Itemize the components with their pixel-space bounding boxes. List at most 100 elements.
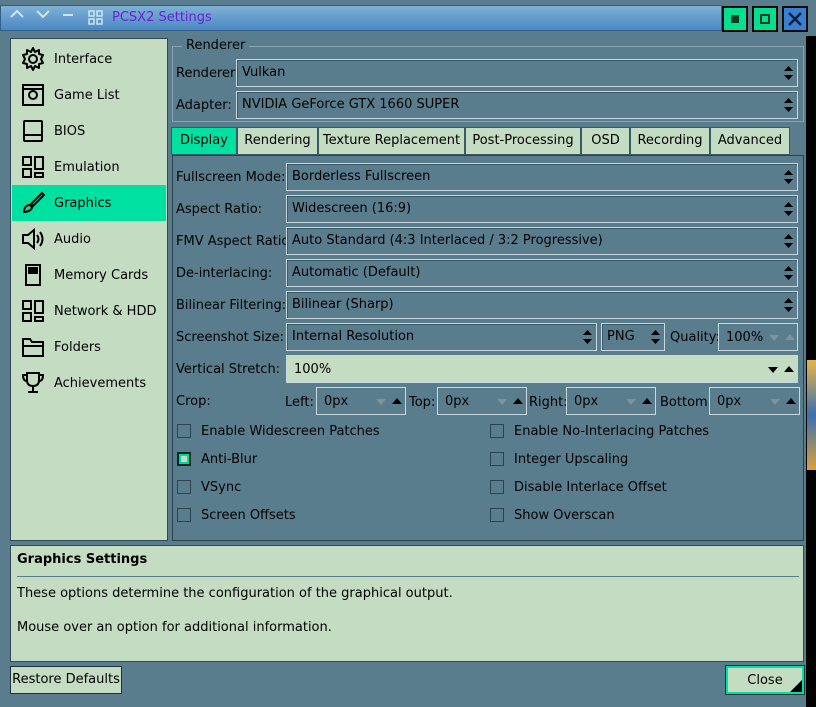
minimize-icon bbox=[731, 15, 739, 23]
spin-down-icon[interactable] bbox=[626, 399, 636, 405]
screen-offsets-checkbox[interactable] bbox=[177, 508, 191, 522]
restore-defaults-button[interactable]: Restore Defaults bbox=[10, 666, 122, 694]
tab-display[interactable]: Display bbox=[171, 127, 237, 155]
adapter-value: NVIDIA GeForce GTX 1660 SUPER bbox=[242, 97, 460, 112]
spin-down-icon[interactable] bbox=[770, 399, 780, 405]
resize-grip-icon[interactable] bbox=[790, 680, 802, 692]
no-interlacing-patches-checkbox[interactable] bbox=[490, 424, 504, 438]
tab-texture-replacement[interactable]: Texture Replacement bbox=[318, 127, 465, 155]
memory-card-icon bbox=[12, 262, 54, 288]
tab-post-processing[interactable]: Post-Processing bbox=[465, 127, 581, 155]
bios-chip-icon bbox=[12, 118, 54, 144]
crop-left-label: Left: bbox=[285, 395, 314, 410]
tab-recording[interactable]: Recording bbox=[630, 127, 710, 155]
no-interlacing-patches-label: Enable No-Interlacing Patches bbox=[514, 424, 709, 439]
gear-icon bbox=[12, 46, 54, 72]
info-hint: Mouse over an option for additional info… bbox=[17, 620, 332, 635]
spin-down-icon[interactable] bbox=[769, 335, 779, 341]
crop-top-value: 0px bbox=[445, 394, 470, 409]
deinterlacing-select[interactable]: Automatic (Default) bbox=[286, 259, 798, 287]
bilinear-filtering-select[interactable]: Bilinear (Sharp) bbox=[286, 291, 798, 319]
fmv-aspect-ratio-select[interactable]: Auto Standard (4:3 Interlaced / 3:2 Prog… bbox=[286, 227, 798, 255]
spin-down-icon[interactable] bbox=[768, 367, 778, 373]
quality-value: 100% bbox=[726, 330, 764, 345]
spin-down-icon[interactable] bbox=[497, 399, 507, 405]
anti-blur-label: Anti-Blur bbox=[201, 452, 258, 467]
spin-up-icon[interactable] bbox=[784, 366, 794, 372]
tab-osd[interactable]: OSD bbox=[581, 127, 630, 155]
speaker-icon bbox=[12, 226, 54, 252]
spin-up-icon[interactable] bbox=[785, 334, 795, 340]
sidebar-item-folders[interactable]: Folders bbox=[12, 329, 166, 365]
integer-upscaling-checkbox[interactable] bbox=[490, 452, 504, 466]
sidebar-item-label: Audio bbox=[54, 231, 91, 247]
sidebar-item-emulation[interactable]: Emulation bbox=[12, 149, 166, 185]
screenshot-size-select[interactable]: Internal Resolution bbox=[286, 323, 597, 351]
network-icon bbox=[12, 298, 54, 324]
crop-top-spinbox[interactable]: 0px bbox=[437, 387, 527, 415]
disable-interlace-offset-checkbox[interactable] bbox=[490, 480, 504, 494]
crop-bottom-spinbox[interactable]: 0px bbox=[709, 387, 800, 415]
anti-blur-checkbox[interactable] bbox=[177, 452, 191, 466]
sidebar-item-network-hdd[interactable]: Network & HDD bbox=[12, 293, 166, 329]
crop-bottom-label: Bottom: bbox=[660, 395, 713, 410]
window-title: PCSX2 Settings bbox=[112, 10, 212, 25]
spin-up-icon[interactable] bbox=[513, 398, 523, 404]
shade-icon[interactable] bbox=[62, 9, 74, 19]
fullscreen-mode-value: Borderless Fullscreen bbox=[292, 169, 431, 184]
show-overscan-checkbox[interactable] bbox=[490, 508, 504, 522]
info-divider bbox=[17, 576, 799, 577]
tab-rendering[interactable]: Rendering bbox=[237, 127, 318, 155]
widescreen-patches-checkbox[interactable] bbox=[177, 424, 191, 438]
renderer-value: Vulkan bbox=[242, 65, 286, 80]
vertical-stretch-spinbox[interactable]: 100% bbox=[286, 355, 798, 383]
adapter-label: Adapter: bbox=[176, 98, 232, 113]
sidebar-item-bios[interactable]: BIOS bbox=[12, 113, 166, 149]
title-bar: PCSX2 Settings bbox=[0, 0, 816, 36]
minimize-button[interactable] bbox=[722, 6, 748, 32]
aspect-ratio-value: Widescreen (16:9) bbox=[292, 201, 412, 216]
close-window-button[interactable] bbox=[782, 6, 808, 32]
info-description: These options determine the configuratio… bbox=[17, 586, 453, 601]
sidebar-item-game-list[interactable]: Game List bbox=[12, 77, 166, 113]
trophy-icon bbox=[12, 370, 54, 396]
sidebar-item-achievements[interactable]: Achievements bbox=[12, 365, 166, 401]
screenshot-format-select[interactable]: PNG bbox=[601, 323, 665, 351]
settings-sidebar: Interface Game List BIOS Emulation Graph… bbox=[10, 38, 168, 541]
maximize-button[interactable] bbox=[752, 6, 778, 32]
sidebar-item-label: BIOS bbox=[54, 123, 86, 139]
emulation-grid-icon bbox=[12, 154, 54, 180]
updown-arrows-icon bbox=[784, 298, 793, 312]
quality-label: Quality: bbox=[670, 330, 720, 345]
close-icon bbox=[788, 12, 802, 26]
spin-up-icon[interactable] bbox=[642, 398, 652, 404]
spin-up-icon[interactable] bbox=[786, 398, 796, 404]
bilinear-filtering-label: Bilinear Filtering: bbox=[176, 298, 287, 313]
roll-up-icon[interactable] bbox=[10, 9, 24, 19]
adapter-select[interactable]: NVIDIA GeForce GTX 1660 SUPER bbox=[236, 91, 798, 119]
sidebar-item-memory-cards[interactable]: Memory Cards bbox=[12, 257, 166, 293]
spin-up-icon[interactable] bbox=[392, 398, 402, 404]
renderer-select[interactable]: Vulkan bbox=[236, 59, 798, 87]
maximize-icon bbox=[760, 14, 770, 24]
sidebar-item-audio[interactable]: Audio bbox=[12, 221, 166, 257]
fullscreen-mode-select[interactable]: Borderless Fullscreen bbox=[286, 163, 798, 191]
quality-spinbox[interactable]: 100% bbox=[718, 323, 798, 351]
sidebar-item-graphics[interactable]: Graphics bbox=[12, 185, 166, 221]
updown-arrows-icon bbox=[784, 234, 793, 248]
vsync-checkbox[interactable] bbox=[177, 480, 191, 494]
roll-down-icon[interactable] bbox=[36, 9, 50, 19]
updown-arrows-icon bbox=[784, 98, 793, 112]
sidebar-item-interface[interactable]: Interface bbox=[12, 41, 166, 77]
deinterlacing-value: Automatic (Default) bbox=[292, 265, 421, 280]
title-strip[interactable] bbox=[0, 5, 722, 31]
spin-down-icon[interactable] bbox=[376, 399, 386, 405]
crop-right-label: Right: bbox=[529, 395, 568, 410]
tab-advanced[interactable]: Advanced bbox=[710, 127, 790, 155]
screenshot-size-value: Internal Resolution bbox=[292, 329, 415, 344]
crop-right-spinbox[interactable]: 0px bbox=[566, 387, 656, 415]
crop-left-spinbox[interactable]: 0px bbox=[316, 387, 406, 415]
sidebar-item-label: Emulation bbox=[54, 159, 120, 175]
app-icon bbox=[88, 10, 103, 25]
aspect-ratio-select[interactable]: Widescreen (16:9) bbox=[286, 195, 798, 223]
